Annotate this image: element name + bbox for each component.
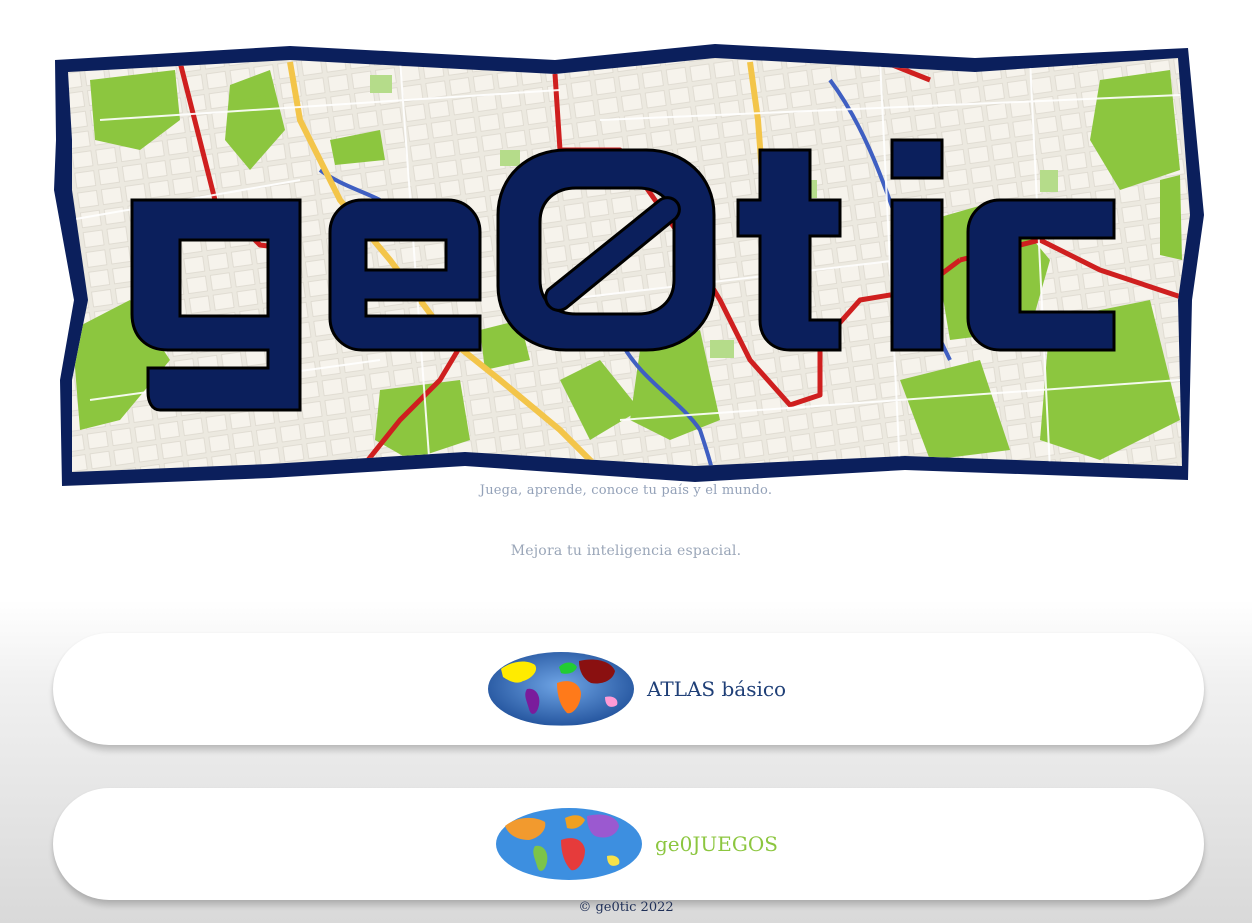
atlas-basico-label: ATLAS básico [647,677,787,701]
atlas-basico-button[interactable]: ATLAS básico [53,633,1204,745]
geojuegos-label: ge0JUEGOS [655,832,778,856]
world-puzzle-icon [496,808,642,880]
geojuegos-button[interactable]: ge0JUEGOS [53,788,1204,900]
footer-copyright: © ge0tic 2022 [578,900,674,915]
world-map-icon [488,652,634,727]
street-map-logo-image [54,44,1204,486]
logo-banner [0,0,1252,500]
atlas-card-content: ATLAS básico [487,633,786,745]
tagline-play-learn: Juega, aprende, conoce tu país y el mund… [479,483,773,498]
tagline-spatial-intelligence: Mejora tu inteligencia espacial. [510,543,742,559]
geojuegos-card-content: ge0JUEGOS [495,788,778,900]
